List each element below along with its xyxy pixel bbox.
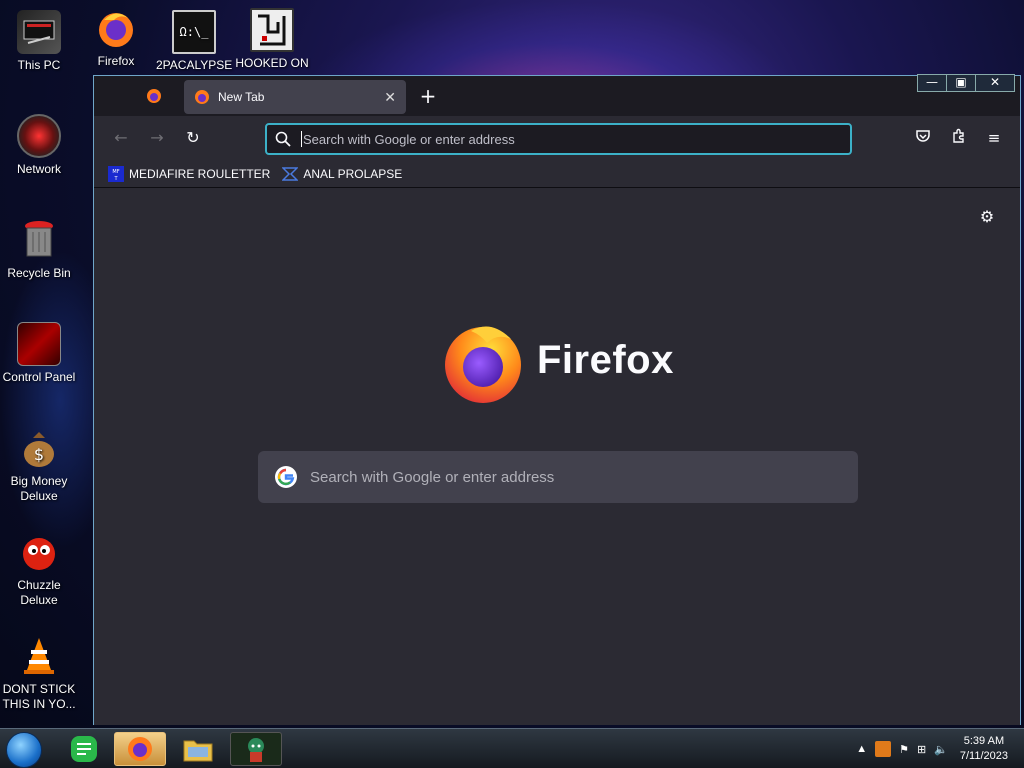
maze-icon bbox=[250, 8, 294, 52]
folder-icon bbox=[183, 740, 213, 762]
tab-strip: New Tab ✕ + — ▣ ✕ bbox=[94, 74, 1020, 116]
taskbar-firefox[interactable] bbox=[114, 732, 166, 766]
bookmark-site-icon bbox=[282, 166, 299, 181]
network-icon bbox=[17, 114, 61, 158]
firefox-logo bbox=[445, 326, 521, 403]
firefox-icon bbox=[94, 6, 138, 50]
taskbar: ▲ ⚑ ⊞ 🔈 5:39 AM 7/11/2023 bbox=[0, 728, 1024, 768]
desktop-icon-vlc[interactable]: DONT STICK THIS IN YO... bbox=[1, 634, 77, 712]
text-caret bbox=[301, 131, 302, 147]
firefox-icon bbox=[195, 90, 209, 104]
content-search-placeholder: Search with Google or enter address bbox=[310, 468, 555, 486]
nav-toolbar: ← → ↻ Search with Google or enter addres… bbox=[94, 116, 1020, 160]
system-tray: ▲ ⚑ ⊞ 🔈 5:39 AM 7/11/2023 bbox=[856, 729, 1024, 768]
desktop-icon-label: Big Money Deluxe bbox=[10, 474, 68, 503]
chuzzle-icon bbox=[17, 530, 61, 574]
close-icon[interactable]: ✕ bbox=[384, 89, 396, 106]
desktop-icon-label: Firefox bbox=[97, 54, 135, 68]
desktop-icon-2pacalypse[interactable]: Ω:\_ 2PACALYPSE bbox=[156, 10, 232, 73]
bookmark-label: ANAL PROLAPSE bbox=[303, 166, 403, 181]
clock-date: 7/11/2023 bbox=[959, 750, 1008, 762]
network-tray-icon[interactable]: ⊞ bbox=[917, 743, 926, 756]
start-button[interactable] bbox=[6, 732, 42, 768]
url-placeholder: Search with Google or enter address bbox=[303, 131, 515, 147]
computer-icon bbox=[17, 10, 61, 54]
firefox-window: New Tab ✕ + — ▣ ✕ ← → ↻ Search with Goog… bbox=[93, 74, 1021, 725]
desktop-icon-label: Recycle Bin bbox=[7, 266, 71, 280]
tab-title: New Tab bbox=[218, 90, 265, 104]
maximize-button[interactable]: ▣ bbox=[946, 74, 976, 92]
desktop-icon-big-money[interactable]: $ Big Money Deluxe bbox=[1, 426, 77, 504]
volume-icon[interactable]: 🔈 bbox=[934, 743, 948, 756]
tray-app-icon[interactable] bbox=[875, 741, 892, 757]
bookmark-label: MEDIAFIRE ROULETTER bbox=[129, 166, 271, 181]
desktop-icon-label: Chuzzle Deluxe bbox=[17, 578, 61, 607]
control-panel-icon bbox=[17, 322, 61, 366]
new-tab-page: ⚙ Firefox Search with Google or enter ad… bbox=[94, 188, 1020, 725]
flag-icon[interactable]: ⚑ bbox=[899, 743, 909, 756]
bookmarks-toolbar: MF T MEDIAFIRE ROULETTER ANAL PROLAPSE bbox=[94, 160, 1020, 188]
desktop-icon-hooked-on[interactable]: HOOKED ON bbox=[234, 8, 310, 71]
search-icon bbox=[275, 131, 291, 147]
svg-text:MF: MF bbox=[112, 169, 119, 175]
desktop-icon-control-panel[interactable]: Control Panel bbox=[1, 322, 77, 385]
desktop-icon-label: Control Panel bbox=[2, 370, 76, 384]
google-icon bbox=[275, 466, 297, 488]
extensions-icon[interactable] bbox=[948, 128, 970, 150]
desktop-icon-label: HOOKED ON bbox=[235, 56, 309, 70]
desktop-icon-chuzzle[interactable]: Chuzzle Deluxe bbox=[1, 530, 77, 608]
desktop-icon-label: Network bbox=[16, 162, 61, 176]
firefox-view-icon[interactable] bbox=[146, 88, 162, 104]
taskbar-game-character[interactable] bbox=[230, 732, 282, 766]
taskbar-notes-app[interactable] bbox=[58, 732, 110, 766]
chevron-up-icon[interactable]: ▲ bbox=[856, 743, 867, 755]
desktop-icon-network[interactable]: Network bbox=[1, 114, 77, 177]
notes-icon bbox=[71, 736, 97, 762]
firefox-icon bbox=[128, 737, 152, 761]
desktop-icon-recycle-bin[interactable]: Recycle Bin bbox=[1, 218, 77, 281]
reload-button[interactable]: ↻ bbox=[182, 128, 204, 150]
gear-icon[interactable]: ⚙ bbox=[978, 208, 996, 226]
clock-time: 5:39 AM bbox=[963, 735, 1005, 747]
svg-text:$: $ bbox=[34, 445, 44, 464]
brand-wordmark: Firefox bbox=[537, 338, 674, 382]
clock[interactable]: 5:39 AM 7/11/2023 bbox=[960, 734, 1008, 764]
vlc-cone-icon bbox=[17, 634, 61, 678]
desktop-icon-label: DONT STICK THIS IN YO... bbox=[2, 682, 76, 711]
money-bag-icon: $ bbox=[17, 426, 61, 470]
back-button[interactable]: ← bbox=[110, 128, 132, 150]
close-button[interactable]: ✕ bbox=[975, 74, 1015, 92]
bookmark-item[interactable]: MF T MEDIAFIRE ROULETTER bbox=[108, 165, 271, 182]
menu-icon[interactable]: ≡ bbox=[983, 128, 1005, 150]
game-character-icon bbox=[248, 738, 264, 762]
taskbar-file-explorer[interactable] bbox=[172, 732, 224, 766]
pocket-icon[interactable] bbox=[912, 128, 934, 150]
content-search-box[interactable]: Search with Google or enter address bbox=[258, 451, 858, 503]
bookmark-item[interactable]: ANAL PROLAPSE bbox=[282, 166, 402, 182]
minimize-button[interactable]: — bbox=[917, 74, 947, 92]
new-tab-button[interactable]: + bbox=[416, 85, 440, 109]
mediafire-icon: MFT bbox=[108, 165, 124, 182]
desktop-icon-this-pc[interactable]: This PC bbox=[1, 10, 77, 73]
desktop-icon-label: 2PACALYPSE bbox=[156, 58, 233, 72]
recycle-bin-icon bbox=[17, 218, 61, 262]
desktop-icon-label: This PC bbox=[17, 58, 61, 72]
forward-button[interactable]: → bbox=[146, 128, 168, 150]
url-bar[interactable]: Search with Google or enter address bbox=[265, 123, 852, 155]
terminal-icon: Ω:\_ bbox=[172, 10, 216, 54]
tab-new-tab[interactable]: New Tab ✕ bbox=[184, 80, 406, 114]
desktop-icon-firefox[interactable]: Firefox bbox=[78, 6, 154, 69]
